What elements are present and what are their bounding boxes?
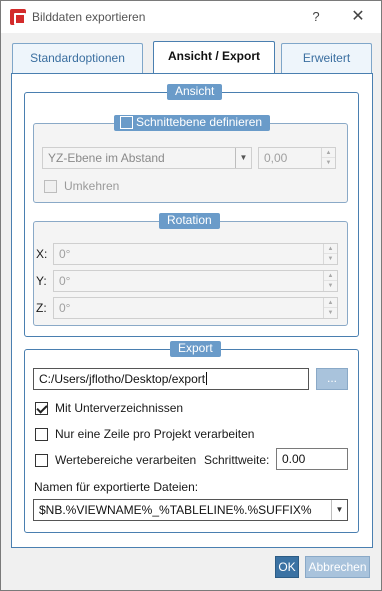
rotation-z-value: 0°: [59, 301, 71, 315]
group-export: Export C:/Users/jflotho/Desktop/export .…: [24, 341, 359, 533]
help-button[interactable]: ?: [305, 7, 327, 27]
export-path-input[interactable]: C:/Users/jflotho/Desktop/export: [33, 368, 309, 390]
ok-button[interactable]: OK: [275, 556, 299, 578]
rotation-y-label: Y:: [36, 274, 47, 288]
spin-down-icon[interactable]: ▼: [322, 158, 335, 168]
tab-standardoptionen[interactable]: Standardoptionen: [12, 43, 143, 73]
distance-spinbox[interactable]: 0,00 ▲ ▼: [258, 147, 336, 169]
group-schnittebene-title: Schnittebene definieren: [114, 115, 271, 131]
step-input[interactable]: 0.00: [276, 448, 348, 470]
spin-up-icon[interactable]: ▲: [324, 271, 337, 281]
plane-select[interactable]: YZ-Ebene im Abstand ▼: [42, 147, 252, 169]
filenames-value: $NB.%VIEWNAME%_%TABLELINE%.%SUFFIX%: [39, 503, 312, 517]
one-row-checkbox[interactable]: [35, 428, 48, 441]
rotation-z-spin[interactable]: ▲ ▼: [323, 298, 337, 318]
title-bar: Bilddaten exportieren ? ✕: [1, 1, 381, 33]
umkehren-label: Umkehren: [64, 179, 120, 193]
group-schnittebene: Schnittebene definieren YZ-Ebene im Abst…: [33, 115, 348, 203]
window-title: Bilddaten exportieren: [32, 10, 146, 24]
filenames-combobox[interactable]: $NB.%VIEWNAME%_%TABLELINE%.%SUFFIX% ▼: [33, 499, 348, 521]
step-label: Schrittweite:: [204, 453, 270, 467]
spin-down-icon[interactable]: ▼: [324, 281, 337, 291]
rotation-x-spin[interactable]: ▲ ▼: [323, 244, 337, 264]
browse-button[interactable]: ...: [316, 368, 348, 390]
group-rotation-title: Rotation: [159, 213, 220, 229]
rotation-x-field[interactable]: 0° ▲ ▼: [53, 243, 338, 265]
step-value: 0.00: [282, 452, 306, 466]
schnittebene-checkbox[interactable]: [120, 116, 133, 129]
spin-down-icon[interactable]: ▼: [324, 308, 337, 318]
text-caret: [206, 372, 208, 385]
ranges-label: Wertebereiche verarbeiten: [55, 453, 197, 467]
plane-select-value: YZ-Ebene im Abstand: [48, 151, 165, 165]
group-ansicht-title: Ansicht: [167, 84, 223, 100]
tab-panel-ansicht-export: Ansicht Schnittebene definieren YZ-Ebene…: [11, 73, 373, 548]
rotation-z-label: Z:: [36, 301, 47, 315]
dialog-window: Bilddaten exportieren ? ✕ Standardoption…: [0, 0, 382, 591]
spin-up-icon[interactable]: ▲: [324, 298, 337, 308]
chevron-down-icon[interactable]: ▼: [331, 500, 347, 520]
group-export-title: Export: [170, 341, 221, 357]
tab-erweitert[interactable]: Erweitert: [281, 43, 372, 73]
rotation-x-value: 0°: [59, 247, 71, 261]
rotation-x-label: X:: [36, 247, 48, 261]
distance-value: 0,00: [264, 151, 288, 165]
app-icon: [10, 9, 26, 25]
spin-up-icon[interactable]: ▲: [322, 148, 335, 158]
filenames-label: Namen für exportierte Dateien:: [34, 480, 199, 494]
ranges-checkbox[interactable]: [35, 454, 48, 467]
group-ansicht: Ansicht Schnittebene definieren YZ-Ebene…: [24, 84, 359, 337]
chevron-down-icon[interactable]: ▼: [235, 148, 251, 168]
rotation-y-field[interactable]: 0° ▲ ▼: [53, 270, 338, 292]
export-path-value: C:/Users/jflotho/Desktop/export: [39, 372, 206, 386]
one-row-label: Nur eine Zeile pro Projekt verarbeiten: [55, 427, 255, 441]
tab-ansicht-export[interactable]: Ansicht / Export: [153, 41, 275, 74]
close-button[interactable]: ✕: [347, 7, 369, 27]
cancel-button[interactable]: Abbrechen: [305, 556, 370, 578]
group-rotation: Rotation X: 0° ▲ ▼ Y: 0° ▲ ▼ Z: 0° ▲ ▼: [33, 213, 348, 326]
schnittebene-label: Schnittebene definieren: [136, 115, 263, 129]
spin-down-icon[interactable]: ▼: [324, 254, 337, 264]
distance-spin[interactable]: ▲ ▼: [321, 148, 335, 168]
subdirs-label: Mit Unterverzeichnissen: [55, 401, 184, 415]
umkehren-checkbox[interactable]: [44, 180, 57, 193]
rotation-y-value: 0°: [59, 274, 71, 288]
spin-up-icon[interactable]: ▲: [324, 244, 337, 254]
rotation-y-spin[interactable]: ▲ ▼: [323, 271, 337, 291]
rotation-z-field[interactable]: 0° ▲ ▼: [53, 297, 338, 319]
subdirs-checkbox[interactable]: [35, 402, 48, 415]
